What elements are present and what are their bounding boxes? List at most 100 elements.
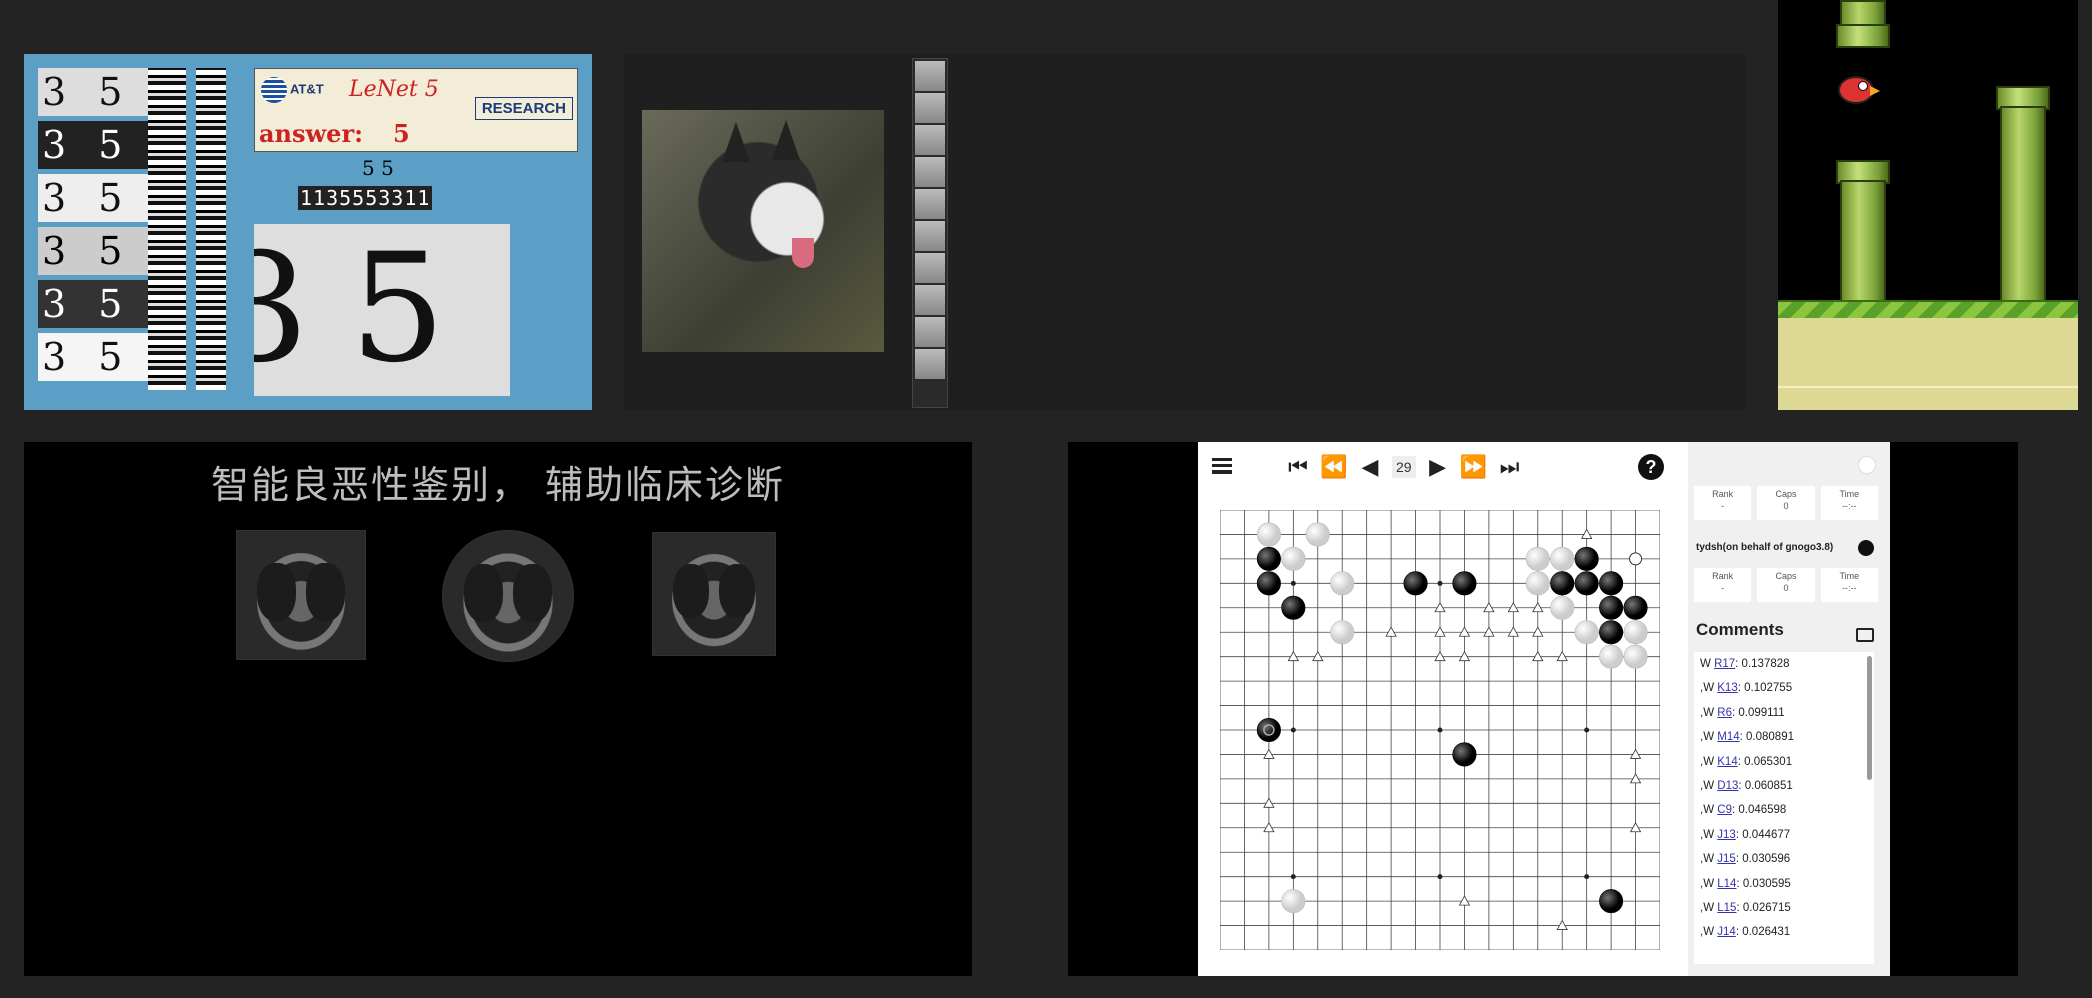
thumbnail-frame[interactable] — [915, 189, 945, 219]
triangle-marker — [1434, 650, 1446, 662]
black-stone — [1550, 571, 1575, 596]
player-stats: Rank - Caps 0 Time --:-- — [1694, 568, 1878, 602]
thumbnail-filmstrip[interactable] — [912, 58, 948, 408]
triangle-marker — [1263, 821, 1275, 833]
fast-forward-icon[interactable]: ⏩ — [1456, 449, 1492, 485]
bird-sprite — [1838, 76, 1880, 104]
comment-move-link[interactable]: C9 — [1717, 804, 1732, 816]
triangle-marker — [1629, 821, 1642, 833]
white-stone — [1305, 522, 1330, 547]
black-stone-indicator — [1858, 540, 1874, 556]
thumbnail-frame[interactable] — [915, 93, 945, 123]
comment-move-link[interactable]: K13 — [1717, 682, 1737, 694]
bottom-pipe — [2000, 106, 2046, 304]
comment-move-link[interactable]: M14 — [1717, 731, 1739, 743]
black-stone — [1599, 620, 1624, 645]
big-input-digit: 3 5 — [254, 224, 510, 396]
opponent-stats: Rank - Caps 0 Time --:-- — [1694, 486, 1878, 520]
bottom-pipe — [1840, 180, 1886, 304]
husky-image — [642, 110, 884, 352]
first-move-icon[interactable]: ⏮ — [1280, 449, 1316, 485]
flappy-bird-game[interactable] — [1778, 0, 2078, 410]
comment-value: : 0.046598 — [1731, 804, 1787, 817]
comment-prefix: ,W — [1700, 682, 1715, 695]
black-stone — [1452, 571, 1477, 596]
chat-icon[interactable] — [1856, 628, 1874, 642]
triangle-marker — [1629, 773, 1642, 784]
comment-value: : 0.026431 — [1735, 926, 1791, 939]
comments-list[interactable]: W R17: 0.137828 ,W K13: 0.102755 ,W R6: 0.… — [1694, 652, 1874, 964]
comment-prefix: W — [1700, 658, 1711, 670]
comment-value: : 0.044677 — [1735, 828, 1791, 841]
comments-scrollbar[interactable] — [1867, 656, 1872, 780]
menu-icon[interactable] — [1212, 458, 1232, 474]
comment-move-link[interactable]: L15 — [1717, 902, 1736, 914]
top-pipe-cap — [1836, 24, 1890, 48]
triangle-marker — [1629, 748, 1642, 759]
rewind-icon[interactable]: ⏪ — [1316, 449, 1352, 485]
black-stone — [1599, 595, 1624, 620]
triangle-marker — [1532, 626, 1544, 637]
comment-prefix: ,W — [1700, 877, 1715, 890]
thumbnail-frame[interactable] — [915, 317, 945, 347]
digit-tile: 3 5 — [38, 280, 166, 328]
game-sidebar: Rank - Caps 0 Time --:-- tydsh(on behalf of… — [1688, 442, 1890, 976]
help-icon[interactable]: ? — [1638, 454, 1664, 480]
comment-row: ,W K14: 0.065301 — [1694, 750, 1874, 774]
comment-row: ,W L14: 0.030595 — [1694, 872, 1874, 896]
black-stone — [1452, 742, 1477, 767]
triangle-marker — [1458, 650, 1471, 662]
star-point — [1437, 727, 1443, 733]
go-board-panel: ⏮ ⏪ ◀ 29 ▶ ⏩ ⏭ ? Rank - Caps 0 Time --:-- t… — [1198, 442, 1890, 976]
white-stone — [1623, 620, 1648, 645]
thumbnail-frame[interactable] — [915, 61, 945, 91]
thumbnail-frame[interactable] — [915, 253, 945, 283]
comment-prefix: ,W — [1700, 926, 1715, 939]
comment-row: ,W K13: 0.102755 — [1694, 676, 1874, 700]
thumbnail-frame[interactable] — [915, 221, 945, 251]
comment-prefix: ,W — [1700, 828, 1715, 841]
comment-row: ,W J15: 0.030596 — [1694, 847, 1874, 871]
black-stone — [1256, 571, 1281, 596]
triangle-marker — [1385, 626, 1397, 637]
last-move-icon[interactable]: ⏭ — [1492, 449, 1528, 485]
player-name: tydsh(on behalf of gnogo3.8) — [1696, 542, 1834, 553]
black-stone — [1574, 571, 1599, 596]
comment-prefix: ,W — [1700, 901, 1715, 914]
previous-move-icon[interactable]: ◀ — [1352, 449, 1388, 485]
black-stone — [1623, 595, 1648, 620]
feature-map-strip — [148, 68, 186, 390]
comment-row: ,W L15: 0.026715 — [1694, 896, 1874, 920]
comment-move-link[interactable]: L14 — [1717, 878, 1736, 890]
white-stone — [1599, 644, 1624, 669]
image-classification-panel — [624, 54, 1746, 410]
circle-marker — [1629, 552, 1643, 566]
comment-value: : 0.137828 — [1735, 658, 1790, 670]
comment-move-link[interactable]: J15 — [1717, 853, 1736, 865]
input-digit-column: 3 5 3 5 3 5 3 5 3 5 3 5 — [38, 68, 166, 386]
att-logo: AT&T — [261, 77, 324, 103]
thumbnail-frame[interactable] — [915, 285, 945, 315]
go-board[interactable] — [1220, 510, 1660, 950]
comment-move-link[interactable]: R17 — [1714, 658, 1735, 670]
thumbnail-frame[interactable] — [915, 125, 945, 155]
white-stone — [1550, 595, 1575, 620]
star-point — [1437, 580, 1443, 586]
triangle-marker — [1434, 626, 1446, 637]
thumbnail-frame[interactable] — [915, 157, 945, 187]
comment-row: W R17: 0.137828 — [1694, 652, 1874, 676]
ct-scan-image — [442, 530, 574, 662]
star-point — [1290, 580, 1296, 586]
comments-heading: Comments — [1696, 620, 1784, 639]
comment-move-link[interactable]: R6 — [1717, 707, 1732, 719]
move-number[interactable]: 29 — [1392, 456, 1416, 478]
triangle-marker — [1434, 601, 1446, 613]
triangle-marker — [1556, 650, 1568, 662]
comment-move-link[interactable]: D13 — [1717, 780, 1738, 792]
comment-prefix: ,W — [1700, 853, 1715, 866]
comment-move-link[interactable]: J14 — [1717, 926, 1736, 938]
comment-move-link[interactable]: J13 — [1717, 829, 1736, 841]
comment-move-link[interactable]: K14 — [1717, 756, 1737, 768]
next-move-icon[interactable]: ▶ — [1420, 449, 1456, 485]
thumbnail-frame[interactable] — [915, 349, 945, 379]
